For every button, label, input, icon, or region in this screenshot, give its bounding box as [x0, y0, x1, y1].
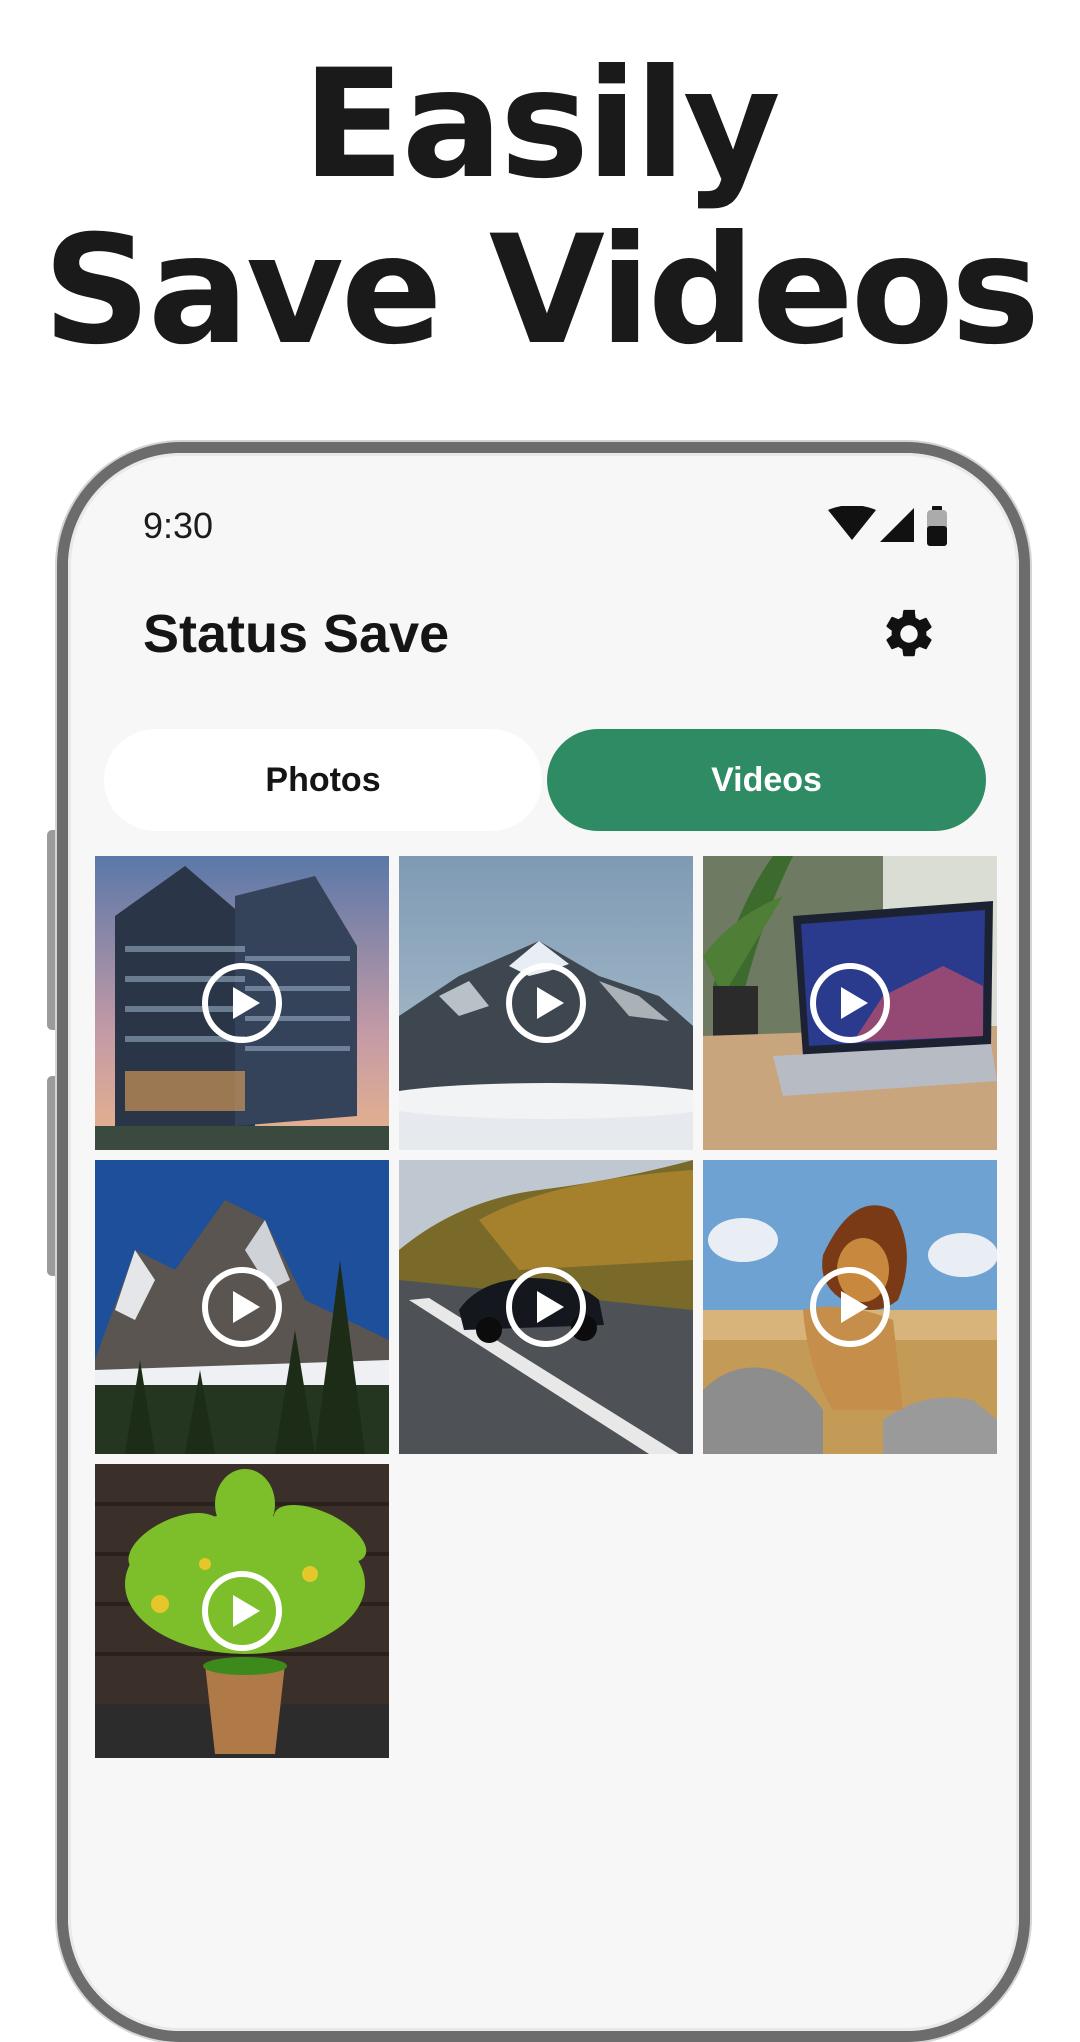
play-icon[interactable] [200, 1265, 284, 1349]
play-icon[interactable] [504, 1265, 588, 1349]
signal-icon [880, 508, 914, 542]
play-icon[interactable] [200, 961, 284, 1045]
video-thumbnail-rocky-peak-forest[interactable] [95, 1160, 389, 1454]
battery-icon [927, 506, 947, 546]
tab-videos[interactable]: Videos [547, 729, 986, 831]
status-icons [828, 506, 947, 546]
video-thumbnail-potted-fern[interactable] [95, 1464, 389, 1758]
video-thumbnail-lion-on-rock[interactable] [703, 1160, 997, 1454]
headline-line-1: Easily [302, 38, 781, 212]
play-icon[interactable] [808, 1265, 892, 1349]
play-icon[interactable] [504, 961, 588, 1045]
video-thumbnail-laptop-on-desk[interactable] [703, 856, 997, 1150]
gear-icon[interactable] [880, 605, 938, 663]
play-icon[interactable] [808, 961, 892, 1045]
video-thumbnail-office-building[interactable] [95, 856, 389, 1150]
wifi-icon [828, 506, 876, 540]
tab-photos[interactable]: Photos [104, 729, 542, 831]
app-title: Status Save [143, 604, 450, 664]
status-time: 9:30 [143, 505, 214, 546]
video-thumbnail-snowy-mountain[interactable] [399, 856, 693, 1150]
video-thumbnail-sports-car-road[interactable] [399, 1160, 693, 1454]
headline-line-2: Save Videos [42, 204, 1040, 378]
play-icon[interactable] [200, 1569, 284, 1653]
phone-frame: 9:30 Status Save Photos Videos [57, 442, 1030, 2042]
